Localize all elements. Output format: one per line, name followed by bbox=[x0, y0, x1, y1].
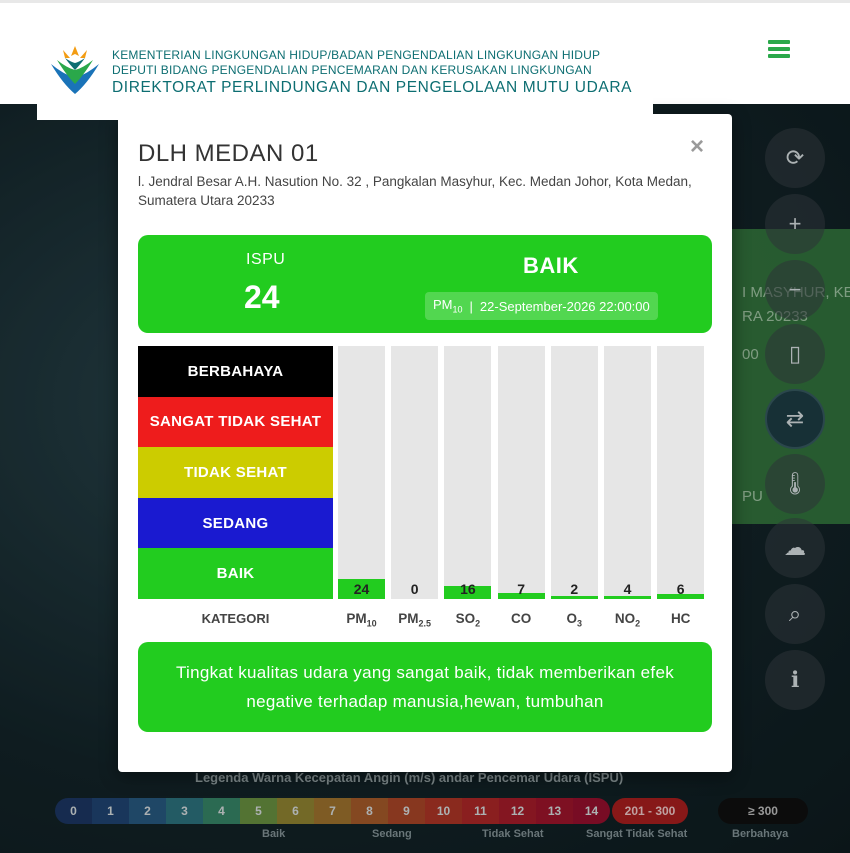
close-icon[interactable]: × bbox=[686, 135, 708, 159]
bar-value-label: 4 bbox=[623, 581, 632, 597]
bar-track: 4 bbox=[604, 346, 651, 599]
kategori-label: KATEGORI bbox=[201, 611, 270, 626]
category-description: Tingkat kualitas udara yang sangat baik,… bbox=[138, 642, 712, 732]
bar-value-label: 6 bbox=[676, 581, 685, 597]
hamburger-menu-icon[interactable] bbox=[768, 40, 790, 58]
bar-track: 6 bbox=[657, 346, 705, 599]
ministry-logo-icon bbox=[44, 39, 106, 101]
bar-track: 24 bbox=[338, 346, 385, 599]
bar-value-label: 2 bbox=[570, 581, 579, 597]
bar-track: 7 bbox=[497, 346, 545, 599]
ispu-summary: ISPU 24 BAIK PM10 | 22-September-2026 22… bbox=[138, 235, 712, 333]
bar-track: 16 bbox=[444, 346, 492, 599]
bar-value-label: 7 bbox=[517, 581, 525, 597]
bar-category-label: CO bbox=[510, 611, 532, 626]
category-row: BERBAHAYA bbox=[138, 346, 333, 397]
bar-value-label: 0 bbox=[410, 581, 419, 597]
station-address: l. Jendral Besar A.H. Nasution No. 32 , … bbox=[138, 174, 692, 208]
bar-category-label: HC bbox=[670, 611, 691, 626]
bar-category-label: O3 bbox=[566, 611, 583, 629]
main-pollutant: PM10 bbox=[433, 297, 463, 315]
category-row: TIDAK SEHAT bbox=[138, 447, 333, 498]
station-modal: × DLH MEDAN 01 l. Jendral Besar A.H. Nas… bbox=[118, 114, 732, 772]
org-line-3: DIREKTORAT PERLINDUNGAN DAN PENGELOLAAN … bbox=[112, 79, 633, 96]
bar-value-label: 16 bbox=[460, 581, 476, 597]
bar-category-label: SO2 bbox=[455, 611, 481, 629]
bar-category-label: PM10 bbox=[346, 611, 377, 629]
meta-separator: | bbox=[469, 298, 473, 314]
org-name: KEMENTERIAN LINGKUNGAN HIDUP/BADAN PENGE… bbox=[112, 48, 632, 98]
station-name: DLH MEDAN 01 bbox=[138, 140, 319, 167]
category-scale: BERBAHAYA SANGAT TIDAK SEHAT TIDAK SEHAT SE… bbox=[138, 346, 333, 599]
ispu-meta: PM10 | 22-September-2026 22:00:00 bbox=[425, 292, 658, 320]
category-row: SANGAT TIDAK SEHAT bbox=[138, 396, 333, 448]
org-line-2: DEPUTI BIDANG PENGENDALIAN PENCEMARAN DA… bbox=[112, 63, 592, 77]
timestamp: 22-September-2026 22:00:00 bbox=[479, 298, 650, 314]
category-row: SEDANG bbox=[138, 497, 333, 549]
ispu-label: ISPU bbox=[246, 251, 286, 268]
bar-track: 0 bbox=[391, 346, 439, 599]
header-brand: KEMENTERIAN LINGKUNGAN HIDUP/BADAN PENGE… bbox=[37, 30, 653, 120]
ispu-category: BAIK bbox=[523, 253, 579, 278]
bar-category-label: NO2 bbox=[614, 611, 641, 629]
ispu-value: 24 bbox=[244, 279, 280, 315]
bar-value-label: 24 bbox=[353, 581, 370, 597]
bar-track: 2 bbox=[550, 346, 598, 599]
category-row: BAIK bbox=[138, 548, 333, 599]
bar-category-label: PM2.5 bbox=[398, 611, 432, 629]
org-line-1: KEMENTERIAN LINGKUNGAN HIDUP/BADAN PENGE… bbox=[112, 48, 601, 62]
pollutant-chart: 24 PM10 0 PM2.5 16 SO2 7 CO 2 O3 4 NO2 6 HC bbox=[338, 346, 708, 629]
